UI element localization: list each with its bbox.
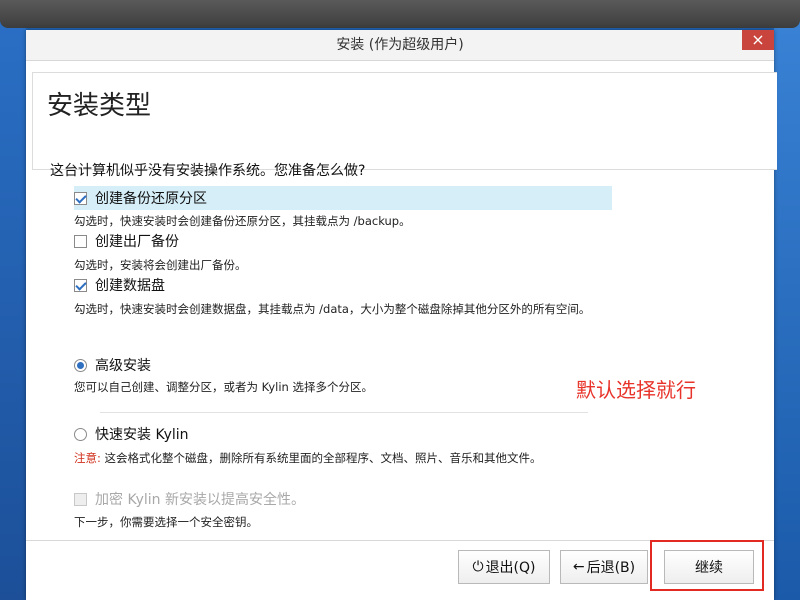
page-title: 安装类型: [47, 91, 152, 121]
window-titlebar: 安装 (作为超级用户): [26, 30, 774, 61]
install-question: 这台计算机似乎没有安装操作系统。您准备怎么做?: [50, 163, 366, 179]
desktop-background-right: [774, 0, 800, 600]
desktop-background-left: [0, 0, 26, 600]
window-title: 安装 (作为超级用户): [336, 37, 464, 53]
encrypt-checkbox: [74, 492, 87, 506]
back-button-label: 后退(B): [586, 560, 636, 576]
arrow-left-icon: ←: [572, 559, 585, 575]
option-encrypt: 加密 Kylin 新安装以提高安全性。: [74, 487, 305, 511]
continue-button[interactable]: 继续: [664, 550, 754, 584]
advanced-install-radio[interactable]: [74, 358, 87, 372]
option-backup-restore[interactable]: 创建备份还原分区: [74, 186, 612, 210]
advanced-install-label: 高级安装: [95, 358, 151, 374]
close-button[interactable]: ×: [742, 30, 774, 50]
red-annotation-text: 默认选择就行: [576, 378, 696, 402]
quit-button[interactable]: ⏻ 退出(Q): [458, 550, 550, 584]
quick-install-warning-label: 注意:: [74, 451, 101, 465]
page-header: 安装类型: [32, 72, 777, 170]
encrypt-desc: 下一步，你需要选择一个安全密钥。: [74, 515, 258, 529]
factory-backup-desc: 勾选时，安装将会创建出厂备份。: [74, 258, 247, 272]
close-icon: ×: [751, 30, 765, 49]
factory-backup-checkbox[interactable]: [74, 234, 87, 248]
option-separator: [100, 412, 588, 413]
installer-window: 安装 (作为超级用户) × 安装类型 这台计算机似乎没有安装操作系统。您准备怎么…: [26, 30, 777, 600]
power-icon: ⏻: [472, 559, 484, 575]
data-disk-desc: 勾选时，快速安装时会创建数据盘，其挂载点为 /data，大小为整个磁盘除掉其他分…: [74, 302, 591, 316]
quick-install-radio[interactable]: [74, 427, 87, 441]
quit-button-label: 退出(Q): [485, 560, 536, 576]
factory-backup-label: 创建出厂备份: [95, 234, 179, 250]
data-disk-label: 创建数据盘: [95, 278, 165, 294]
quick-install-label: 快速安装 Kylin: [95, 427, 189, 443]
option-factory-backup[interactable]: 创建出厂备份: [74, 229, 179, 253]
back-button[interactable]: ← 后退(B): [560, 550, 648, 584]
data-disk-checkbox[interactable]: [74, 278, 87, 292]
continue-button-label: 继续: [695, 560, 723, 576]
option-quick-install[interactable]: 快速安装 Kylin: [74, 422, 189, 446]
backup-restore-label: 创建备份还原分区: [95, 191, 207, 207]
advanced-install-desc: 您可以自己创建、调整分区，或者为 Kylin 选择多个分区。: [74, 380, 373, 394]
encrypt-label: 加密 Kylin 新安装以提高安全性。: [95, 492, 305, 508]
option-advanced-install[interactable]: 高级安装: [74, 353, 151, 377]
backup-restore-desc: 勾选时，快速安装时会创建备份还原分区，其挂载点为 /backup。: [74, 214, 411, 228]
option-data-disk[interactable]: 创建数据盘: [74, 273, 165, 297]
backup-restore-checkbox[interactable]: [74, 191, 87, 205]
quick-install-warning-text: 这会格式化整个磁盘，删除所有系统里面的全部程序、文档、照片、音乐和其他文件。: [100, 451, 542, 465]
quick-install-desc: 注意: 这会格式化整个磁盘，删除所有系统里面的全部程序、文档、照片、音乐和其他文…: [74, 450, 542, 466]
desktop-top-bar: [0, 0, 800, 28]
